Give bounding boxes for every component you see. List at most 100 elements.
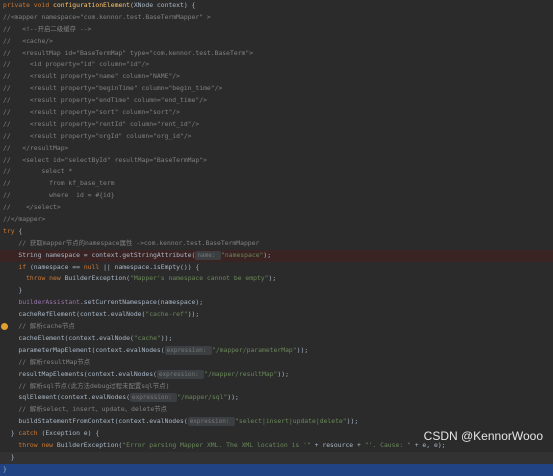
code-editor[interactable]: private void configurationElement(XNode …	[0, 0, 553, 476]
code-token: (XNode context) {	[129, 1, 196, 9]
code-line[interactable]: // <result property="endTime" column="en…	[0, 95, 553, 107]
code-comment: // <result property="endTime" column="en…	[3, 96, 207, 105]
code-token: cacheRefElement(context.evalNode(	[3, 310, 146, 319]
code-token: "/mapper/resultMap"	[204, 369, 278, 378]
code-line[interactable]: throw new BuilderException("Mapper's nam…	[0, 273, 553, 285]
code-comment: // select *	[3, 167, 73, 176]
code-token: ));	[277, 369, 289, 378]
code-line[interactable]: //</mapper>	[0, 214, 553, 226]
code-token: throw new	[3, 274, 65, 283]
code-token: }	[3, 286, 23, 295]
watermark: CSDN @KennorWooo	[423, 429, 543, 443]
code-comment: // <id property="id" column="id"/>	[3, 60, 150, 69]
code-token: + resource +	[314, 440, 365, 449]
code-comment: // <result property="orgId" column="org_…	[3, 131, 192, 140]
code-comment: //<mapper namespace="com.kennor.test.Bas…	[3, 12, 211, 21]
code-token: }	[3, 464, 7, 473]
code-line[interactable]: }	[0, 285, 553, 297]
code-token: null	[83, 262, 104, 271]
code-token: "cache-ref"	[145, 310, 188, 319]
code-token: }	[3, 429, 19, 438]
code-comment: // <result property="beginTime" column="…	[3, 84, 223, 93]
code-comment: // where id = #{id}	[3, 191, 115, 200]
code-line[interactable]: }	[0, 451, 553, 464]
code-token: "/mapper/sql"	[177, 393, 228, 402]
parameter-hint: expression:	[187, 417, 236, 427]
code-line[interactable]: // from kf_base_term	[0, 178, 553, 190]
code-token: private void	[3, 1, 54, 9]
code-token: (namespace ==	[29, 262, 84, 271]
code-line[interactable]: // <result property="sort" column="sort"…	[0, 107, 553, 119]
code-line[interactable]: // <select id="selectById" resultMap="Ba…	[0, 155, 553, 167]
code-line[interactable]: if (namespace == null || namespace.isEmp…	[0, 262, 553, 274]
code-line[interactable]: // select *	[0, 166, 553, 178]
code-line[interactable]: resultMapElements(context.evalNodes(expr…	[0, 369, 553, 381]
code-line[interactable]: buildStatementFromContext(context.evalNo…	[0, 416, 553, 428]
code-token: try	[3, 226, 19, 235]
code-token: "namespace"	[221, 250, 264, 259]
code-comment: // 解析sql节点(此方法debug过程未配置sql节点)	[3, 381, 170, 390]
code-token: "select|insert|update|delete"	[235, 417, 347, 426]
code-token: cacheElement(context.evalNode(	[3, 333, 134, 342]
breakpoint-icon[interactable]	[1, 323, 8, 331]
code-line[interactable]: // 解析resultMap节点	[0, 357, 553, 369]
code-token: "/mapper/parameterMap"	[211, 345, 297, 354]
code-comment: // 解析resultMap节点	[3, 357, 91, 366]
code-comment: // 获取mapper节点的namespace属性 ->com.kennor.t…	[3, 238, 260, 247]
code-line[interactable]: private void configurationElement(XNode …	[0, 0, 553, 12]
code-line[interactable]: // <result property="name" column="NAME"…	[0, 71, 553, 83]
code-token: if	[3, 262, 30, 271]
code-token: configurationElement	[53, 1, 130, 9]
code-token: resultMapElements(context.evalNodes(	[3, 369, 157, 378]
code-token: || namespace.isEmpty()) {	[103, 262, 200, 271]
code-token: );	[268, 274, 277, 283]
code-token: "cache"	[133, 333, 161, 342]
code-line[interactable]: cacheRefElement(context.evalNode("cache-…	[0, 309, 553, 321]
code-token: .setCurrentNamespace(namespace);	[79, 298, 204, 307]
code-line[interactable]: String namespace = context.getStringAttr…	[0, 249, 553, 262]
code-token: (Exception e) {	[41, 429, 100, 438]
code-line[interactable]: // 解析cache节点	[0, 321, 553, 333]
code-line[interactable]: // <result property="rentId" column="ren…	[0, 119, 553, 131]
code-comment: // <result property="rentId" column="ren…	[3, 119, 200, 128]
code-line[interactable]: // where id = #{id}	[0, 190, 553, 202]
code-line[interactable]: // <result property="beginTime" column="…	[0, 83, 553, 95]
code-token: ));	[296, 345, 309, 354]
code-token: "Error parsing Mapper XML. The XML locat…	[122, 440, 315, 449]
code-line[interactable]: // 解析select、insert、update、delete节点	[0, 404, 553, 416]
code-line[interactable]: // <id property="id" column="id"/>	[0, 59, 553, 71]
code-line[interactable]: cacheElement(context.evalNode("cache"));	[0, 333, 553, 345]
code-comment: // <resultMap id="BaseTermMap" type="com…	[3, 48, 254, 57]
code-token: ));	[227, 393, 239, 402]
parameter-hint: expression:	[156, 369, 205, 379]
code-token: }	[3, 452, 15, 461]
code-comment: //</mapper>	[3, 215, 46, 224]
code-line[interactable]: try {	[0, 226, 553, 238]
code-token: BuilderException(	[64, 274, 130, 283]
code-comment: // </resultMap>	[3, 143, 69, 152]
code-comment: // <!--开启二级缓存 -->	[3, 24, 92, 33]
code-line[interactable]: // </resultMap>	[0, 143, 553, 155]
code-token: throw new	[3, 440, 57, 449]
code-comment: // <select id="selectById" resultMap="Ba…	[3, 155, 207, 164]
parameter-hint: expression:	[129, 393, 178, 403]
code-token: ));	[187, 310, 200, 319]
code-token: "Mapper's namespace cannot be empty"	[129, 274, 269, 283]
code-line[interactable]: // <resultMap id="BaseTermMap" type="com…	[0, 48, 553, 60]
code-line[interactable]: builderAssistant.setCurrentNamespace(nam…	[0, 297, 553, 309]
code-comment: // from kf_base_term	[3, 179, 115, 188]
code-line[interactable]: // 获取mapper节点的namespace属性 ->com.kennor.t…	[0, 238, 553, 250]
code-token: builderAssistant	[3, 298, 80, 307]
code-line[interactable]: // <cache/>	[0, 36, 553, 48]
code-token: ));	[160, 333, 173, 342]
code-line[interactable]: // </select>	[0, 202, 553, 214]
code-token: ));	[346, 417, 359, 426]
code-line[interactable]: // 解析sql节点(此方法debug过程未配置sql节点)	[0, 381, 553, 393]
code-token: );	[263, 250, 272, 259]
code-line[interactable]: //<mapper namespace="com.kennor.test.Bas…	[0, 12, 553, 24]
code-line[interactable]: sqlElement(context.evalNodes(expression:…	[0, 392, 553, 404]
code-line[interactable]: // <result property="orgId" column="org_…	[0, 131, 553, 143]
code-line[interactable]: }	[0, 463, 553, 476]
code-line[interactable]: parameterMapElement(context.evalNodes(ex…	[0, 345, 553, 357]
code-line[interactable]: // <!--开启二级缓存 -->	[0, 24, 553, 36]
